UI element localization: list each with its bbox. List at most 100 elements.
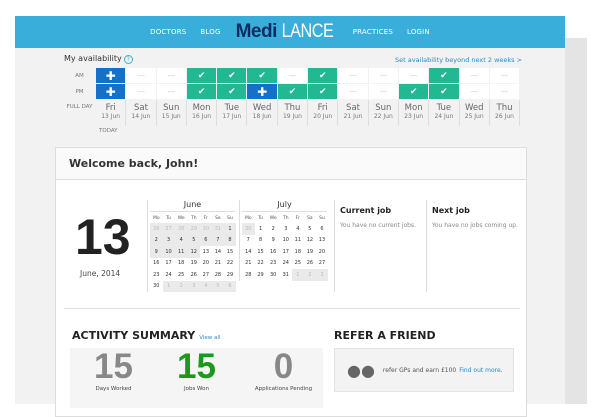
calendar-day[interactable]: 9 xyxy=(150,246,163,258)
calendar-day[interactable]: 1 xyxy=(162,280,175,292)
day-column[interactable]: Fri 13 Jun xyxy=(96,100,127,126)
pm-slot-none[interactable]: — xyxy=(459,84,490,99)
calendar-day[interactable]: 10 xyxy=(162,246,175,258)
calendar-day[interactable]: 13 xyxy=(200,246,212,258)
calendar-day[interactable]: 16 xyxy=(267,246,280,258)
am-slot-none[interactable]: — xyxy=(489,68,521,83)
day-column[interactable]: Wed 18 Jun xyxy=(247,100,278,126)
calendar-day[interactable]: 17 xyxy=(280,246,292,258)
calendar-day[interactable]: 28 xyxy=(212,269,224,281)
day-column[interactable]: Mon 16 Jun xyxy=(187,100,218,126)
help-icon[interactable]: ? xyxy=(123,55,133,64)
calendar-day[interactable]: 3 xyxy=(162,234,175,246)
calendar-day[interactable]: 22 xyxy=(224,258,236,270)
logo[interactable]: Medi LANCE xyxy=(236,21,338,43)
calendar-day[interactable]: 2 xyxy=(150,234,163,246)
calendar-day[interactable]: 1 xyxy=(255,223,267,235)
calendar-day[interactable]: 5 xyxy=(187,234,200,246)
calendar-day[interactable]: 1 xyxy=(291,269,304,281)
calendar-day[interactable]: 8 xyxy=(255,235,267,247)
calendar-day[interactable]: 7 xyxy=(211,234,224,246)
calendar-day[interactable]: 29 xyxy=(187,223,200,235)
calendar-day[interactable]: 20 xyxy=(316,246,328,258)
pm-slot-available[interactable]: ✔ xyxy=(308,84,339,99)
am-slot-none[interactable]: — xyxy=(398,68,430,83)
calendar-day[interactable]: 30 xyxy=(267,269,280,281)
day-column[interactable]: Tue 17 Jun xyxy=(217,100,248,126)
calendar-day[interactable]: 19 xyxy=(304,246,316,258)
calendar-day[interactable]: 10 xyxy=(280,235,292,247)
calendar-day[interactable]: 3 xyxy=(280,223,292,235)
nav-login[interactable]: LOGIN xyxy=(407,28,430,36)
nav-practices[interactable]: PRACTICES xyxy=(353,28,393,36)
calendar-day[interactable]: 2 xyxy=(303,269,316,281)
calendar-day[interactable]: 26 xyxy=(150,223,163,235)
day-column[interactable]: Sat 21 Jun xyxy=(338,100,369,126)
am-slot-available[interactable]: ✔ xyxy=(186,68,218,83)
calendar-day[interactable]: 6 xyxy=(316,223,328,235)
am-slot-available[interactable]: ✔ xyxy=(247,68,278,83)
am-slot-available[interactable]: ✔ xyxy=(429,68,460,83)
set-availability-link[interactable]: Set availability beyond next 2 weeks > xyxy=(395,56,522,64)
calendar-day[interactable]: 21 xyxy=(242,258,255,270)
calendar-day[interactable]: 22 xyxy=(255,258,267,270)
pm-slot-available[interactable]: ✔ xyxy=(217,84,248,99)
day-column[interactable]: Wed 25 Jun xyxy=(460,100,490,126)
calendar-day[interactable]: 27 xyxy=(200,269,212,281)
calendar-day[interactable]: 23 xyxy=(267,258,280,270)
calendar-day[interactable]: 2 xyxy=(267,223,280,235)
calendar-day[interactable]: 3 xyxy=(187,280,200,292)
calendar-day[interactable]: 17 xyxy=(163,258,175,270)
calendar-day[interactable]: 14 xyxy=(242,246,255,258)
calendar-day[interactable]: 12 xyxy=(187,246,200,258)
calendar-day[interactable]: 4 xyxy=(292,223,304,235)
calendar-day[interactable]: 7 xyxy=(242,235,255,247)
pm-slot-none[interactable]: — xyxy=(489,84,521,99)
calendar-day[interactable]: 6 xyxy=(223,280,236,292)
pm-slot-none[interactable]: — xyxy=(126,84,157,99)
am-slot-none[interactable]: — xyxy=(156,68,187,83)
day-column[interactable]: Thu 26 Jun xyxy=(490,100,521,126)
calendar-day[interactable]: 31 xyxy=(211,223,224,235)
calendar-day[interactable]: 30 xyxy=(242,223,255,235)
calendar-day[interactable]: 31 xyxy=(280,269,292,281)
calendar-day[interactable]: 24 xyxy=(280,258,292,270)
view-all-link[interactable]: View all xyxy=(199,335,220,341)
pm-slot-none[interactable]: — xyxy=(368,84,399,99)
day-column[interactable]: Fri 20 Jun xyxy=(308,100,339,126)
pm-slot-available[interactable]: ✔ xyxy=(277,84,309,99)
calendar-day[interactable]: 11 xyxy=(174,246,188,258)
calendar-day[interactable]: 28 xyxy=(242,269,255,281)
calendar-day[interactable]: 15 xyxy=(224,246,236,258)
calendar-day[interactable]: 9 xyxy=(267,235,280,247)
am-slot-none[interactable]: — xyxy=(126,68,157,83)
am-slot-none[interactable]: — xyxy=(368,68,399,83)
calendar-day[interactable]: 19 xyxy=(188,258,200,270)
pm-slot-available[interactable]: ✔ xyxy=(186,84,218,99)
calendar-day[interactable]: 3 xyxy=(315,269,328,281)
calendar-day[interactable]: 2 xyxy=(174,280,188,292)
am-slot-booked[interactable]: ✚ xyxy=(96,68,127,83)
calendar-day[interactable]: 13 xyxy=(316,235,328,247)
am-slot-available[interactable]: ✔ xyxy=(217,68,248,83)
calendar-day[interactable]: 26 xyxy=(188,269,200,281)
day-column[interactable]: Sun 22 Jun xyxy=(369,100,399,126)
day-column[interactable]: Sun 15 Jun xyxy=(157,100,187,126)
pm-slot-none[interactable]: — xyxy=(156,84,187,99)
pm-slot-booked[interactable]: ✚ xyxy=(96,84,127,99)
calendar-day[interactable]: 16 xyxy=(150,258,163,270)
calendar-day[interactable]: 1 xyxy=(223,223,236,235)
calendar-day[interactable]: 20 xyxy=(200,258,212,270)
calendar-day[interactable]: 25 xyxy=(175,269,188,281)
nav-doctors[interactable]: DOCTORS xyxy=(150,28,186,36)
calendar-day[interactable]: 4 xyxy=(199,280,212,292)
calendar-day[interactable]: 4 xyxy=(174,234,188,246)
pm-slot-booked[interactable]: ✚ xyxy=(247,84,278,99)
calendar-day[interactable]: 15 xyxy=(255,246,267,258)
calendar-day[interactable]: 30 xyxy=(150,281,163,293)
calendar-day[interactable]: 28 xyxy=(174,223,188,235)
calendar-day[interactable]: 5 xyxy=(211,280,224,292)
calendar-day[interactable]: 12 xyxy=(304,235,316,247)
am-slot-none[interactable]: — xyxy=(338,68,369,83)
pm-slot-available[interactable]: ✔ xyxy=(398,84,430,99)
